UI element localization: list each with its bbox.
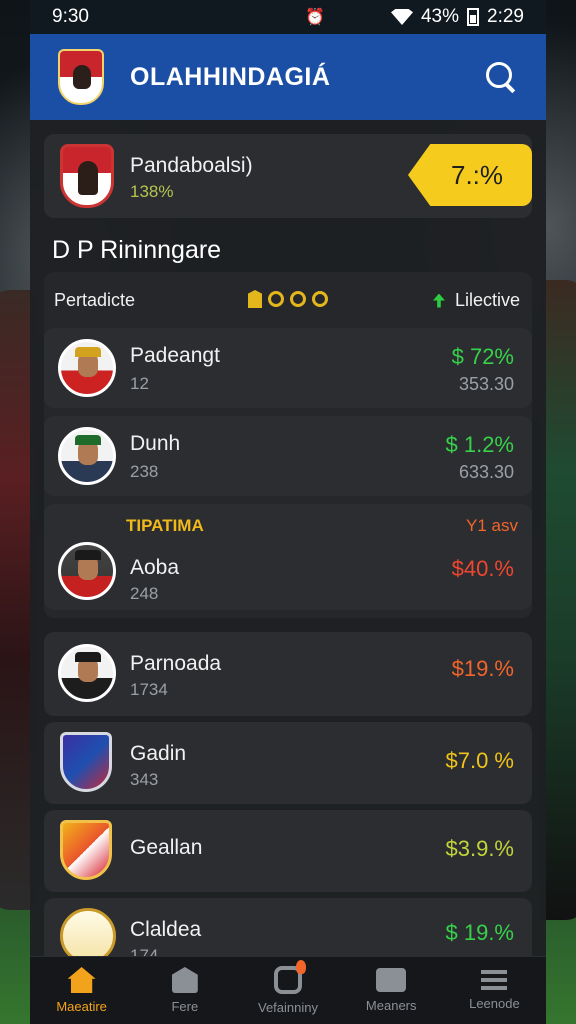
app-title: OLAHHINDAGIÁ <box>130 62 331 91</box>
row-sub: 238 <box>130 462 159 481</box>
row-percent: $ 19.% <box>445 920 515 945</box>
row-name: Dunh <box>130 432 181 455</box>
club-shield-icon <box>60 732 112 792</box>
list-header-right-label: Lilective <box>454 290 520 310</box>
featured-sub: 138% <box>130 182 174 201</box>
row-name: Parnoada <box>130 652 222 675</box>
list-header-mid[interactable] <box>248 290 328 308</box>
list-header: Pertadicte Lilective <box>54 290 520 314</box>
row-tag-right: Y1 asv <box>466 516 518 535</box>
nav-messages[interactable]: Meaners <box>340 957 443 1024</box>
row-percent: $7.0 % <box>445 748 515 773</box>
row-name: Geallan <box>130 836 203 859</box>
list-item[interactable]: Dunh 238 $ 1.2% 633.30 <box>44 416 532 496</box>
row-tag-left: TIPATIMA <box>126 516 204 535</box>
status-bar: 9:30 ⏰ 43% 2:29 <box>30 0 546 34</box>
notification-icon <box>274 960 306 994</box>
wifi-icon <box>390 9 413 25</box>
status-clock: 2:29 <box>487 6 524 27</box>
row-amount: 353.30 <box>458 374 514 394</box>
featured-name: Pandaboalsi) <box>130 154 253 177</box>
message-icon <box>376 968 407 992</box>
list-header-right[interactable]: Lilective <box>432 290 520 311</box>
featured-card[interactable]: Pandaboalsi) 138% 7.:% <box>44 134 532 218</box>
avatar <box>58 542 116 600</box>
row-name: Gadin <box>130 742 187 765</box>
avatar <box>58 644 116 702</box>
coin-icon <box>312 291 328 307</box>
section-title: D P Rininngare <box>52 236 222 264</box>
nav-label: Fere <box>171 999 199 1014</box>
nav-menu[interactable]: Leenode <box>443 957 546 1024</box>
nav-notifications[interactable]: Vefainniny <box>236 957 339 1024</box>
row-sub: 1734 <box>130 680 168 699</box>
club-crest-icon <box>60 908 116 960</box>
row-name: Padeangt <box>130 344 220 367</box>
row-percent: $40.% <box>451 556 514 581</box>
list-item[interactable]: Parnoada 1734 $19.% <box>44 632 532 716</box>
app-logo-icon <box>58 49 104 105</box>
row-percent: $ 1.2% <box>445 432 515 457</box>
row-sub: 12 <box>130 374 149 393</box>
ranking-list: Pertadicte Lilective Padeangt 12 $ 72% 3… <box>44 272 532 618</box>
row-percent: $19.% <box>451 656 514 681</box>
featured-crest-icon <box>60 144 114 208</box>
avatar <box>58 427 116 485</box>
row-sub: 248 <box>130 584 159 603</box>
alarm-icon: ⏰ <box>305 9 325 26</box>
list-item[interactable]: Gadin 343 $7.0 % <box>44 722 532 804</box>
nav-label: Leenode <box>469 996 520 1011</box>
list-item[interactable]: Padeangt 12 $ 72% 353.30 <box>44 328 532 408</box>
row-sub: 343 <box>130 770 159 789</box>
bottom-navigation: Maeatire Fere Vefainniny Meaners Leenode <box>30 956 546 1024</box>
nav-label: Vefainniny <box>258 1000 318 1015</box>
battery-icon <box>467 8 480 26</box>
club-shield-icon <box>60 820 112 880</box>
battery-percent: 43% <box>420 6 460 27</box>
row-name: Claldea <box>130 918 202 941</box>
row-amount: 633.30 <box>458 462 514 482</box>
arrow-up-icon <box>432 293 445 308</box>
menu-icon <box>481 970 508 990</box>
coin-icon <box>290 291 306 307</box>
nav-label: Meaners <box>365 998 417 1013</box>
nav-fere[interactable]: Fere <box>133 957 236 1024</box>
list-item[interactable]: TIPATIMA Y1 asv Aoba 248 $40.% <box>44 504 532 610</box>
list-item[interactable]: Geallan $3.9.% <box>44 810 532 892</box>
nav-label: Maeatire <box>56 999 107 1014</box>
status-right: 43% 2:29 <box>390 6 524 28</box>
tag-icon <box>171 967 198 993</box>
home-icon <box>67 967 96 993</box>
app-header: OLAHHINDAGIÁ <box>30 34 546 120</box>
search-icon[interactable] <box>484 60 518 94</box>
coin-icon <box>268 291 284 307</box>
row-percent: $3.9.% <box>445 836 515 861</box>
featured-badge[interactable]: 7.:% <box>408 144 532 206</box>
row-percent: $ 72% <box>451 344 514 369</box>
nav-home[interactable]: Maeatire <box>30 957 133 1024</box>
status-time: 9:30 <box>52 6 89 27</box>
avatar <box>58 339 116 397</box>
main-panel: Pandaboalsi) 138% 7.:% D P Rininngare Pe… <box>30 120 546 960</box>
row-name: Aoba <box>130 556 180 579</box>
list-header-left: Pertadicte <box>54 290 136 310</box>
list-item[interactable]: Claldea 174 $ 19.% <box>44 898 532 960</box>
medal-icon <box>248 290 262 308</box>
